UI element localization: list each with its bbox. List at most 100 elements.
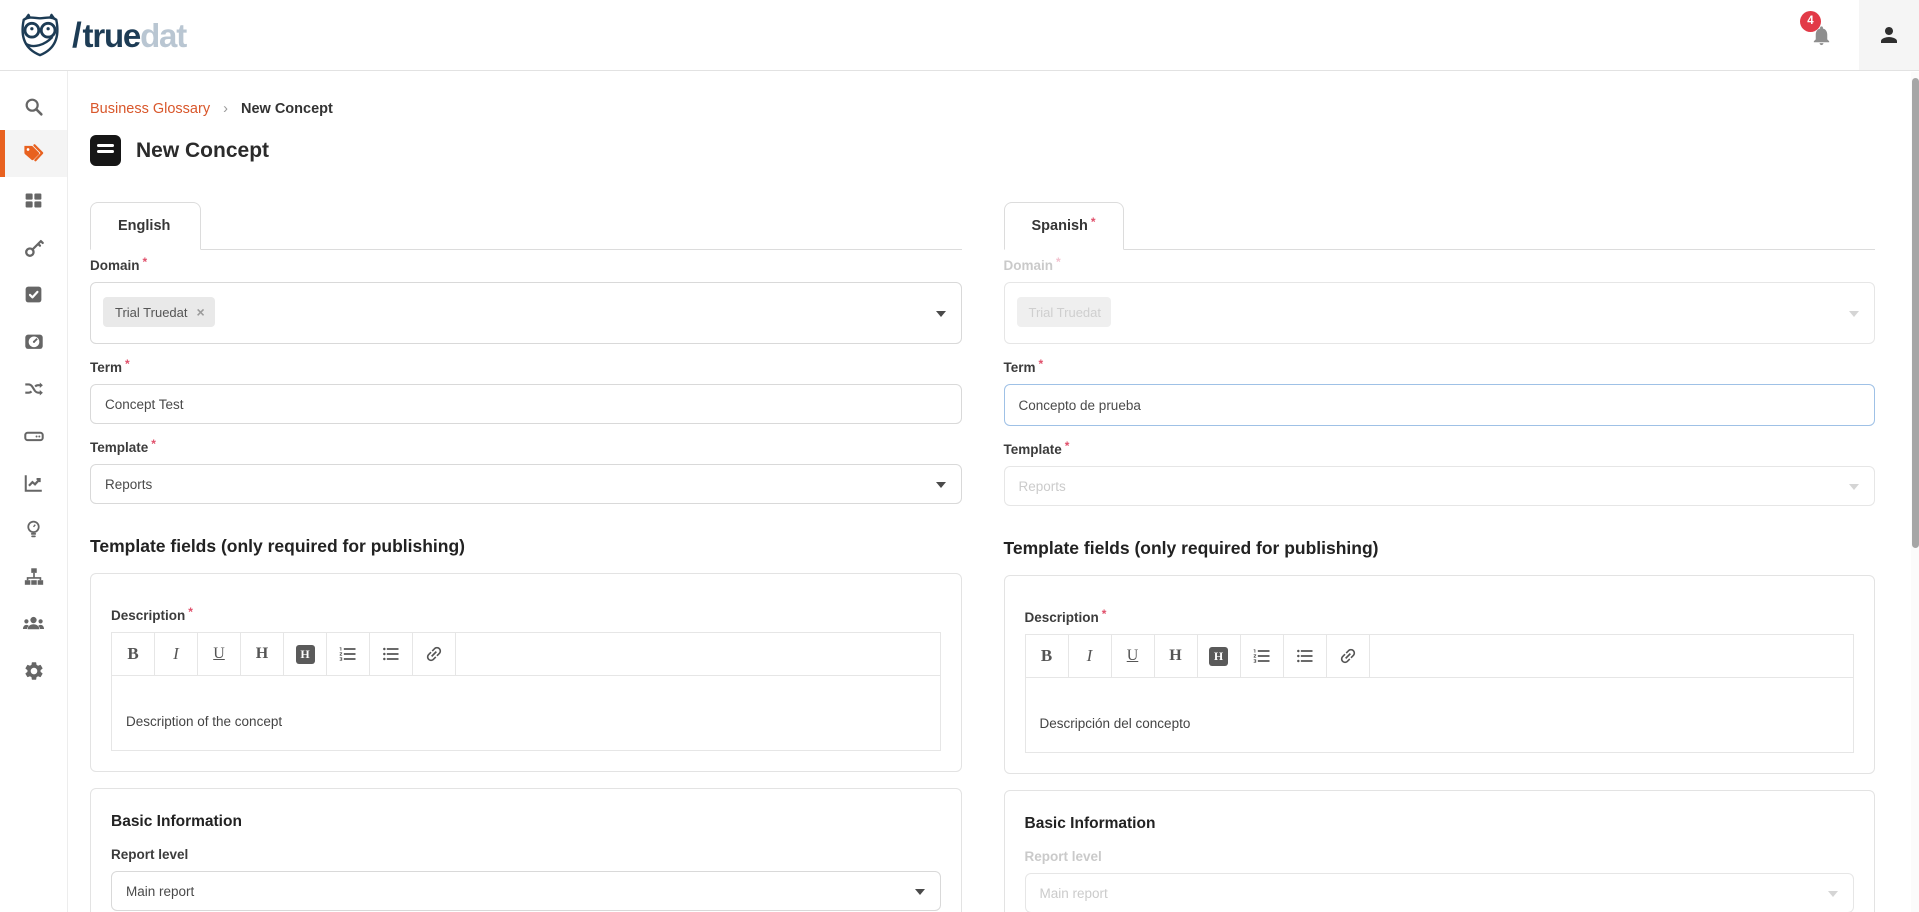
sidebar-item-users[interactable] [0,600,67,647]
tab-english[interactable]: English [90,202,201,250]
domain-select[interactable]: Trial Truedat× [90,282,962,344]
main-content: Business Glossary › New Concept New Conc… [68,71,1919,912]
ordered-list-icon [338,644,358,664]
sidebar-item-dashboards[interactable] [0,177,67,224]
italic-button[interactable]: I [155,633,198,675]
link-button[interactable] [413,633,456,675]
domain-tag: Trial Truedat× [103,297,215,327]
check-square-icon [23,284,44,305]
ordered-list-button[interactable] [1241,635,1284,677]
chevron-down-icon [936,482,946,488]
owl-logo-icon [16,13,64,57]
bullet-list-icon [1295,646,1315,666]
breadcrumb-link-business-glossary[interactable]: Business Glossary [90,101,210,117]
underline-button[interactable]: U [198,633,241,675]
heading-button[interactable]: H [241,633,284,675]
heading-block-icon: H [1209,647,1228,666]
bold-button[interactable]: B [112,633,155,675]
page-title: New Concept [136,139,269,163]
ordered-list-button[interactable] [327,633,370,675]
sidebar-item-insights[interactable] [0,506,67,553]
sidebar-item-glossary[interactable] [0,130,67,177]
description-label: Description* [111,608,941,623]
notifications-button[interactable]: 4 [1810,24,1833,47]
description-editor[interactable]: Description of the concept [111,675,941,751]
user-menu-button[interactable] [1859,0,1919,70]
required-asterisk: * [1065,439,1070,453]
sidebar-item-settings[interactable] [0,647,67,694]
domain-label: Domain* [90,258,962,273]
required-asterisk: * [1039,357,1044,371]
italic-button[interactable]: I [1069,635,1112,677]
term-label: Term* [1004,360,1876,375]
bullet-list-button[interactable] [1284,635,1327,677]
report-level-label: Report level [111,847,941,862]
tab-spanish-required-marker: * [1091,215,1096,229]
description-editor[interactable]: Descripción del concepto [1025,677,1855,753]
lightbulb-icon [23,519,44,540]
shuffle-icon [23,378,45,400]
ordered-list-icon [1252,646,1272,666]
sidebar-item-permissions[interactable] [0,224,67,271]
template-value: Reports [1019,479,1066,494]
required-asterisk: * [151,437,156,451]
heading-block-icon: H [296,645,315,664]
sidebar-item-taxonomy[interactable] [0,553,67,600]
chevron-down-icon [1849,484,1859,490]
report-level-select[interactable]: Main report [111,871,941,911]
app-window: /truedat 4 [0,0,1919,912]
remove-tag-icon[interactable]: × [197,305,205,319]
required-asterisk: * [125,357,130,371]
tab-spanish[interactable]: Spanish* [1004,202,1124,250]
basic-information-heading: Basic Information [111,813,941,831]
brand-wordmark: /truedat [68,18,186,53]
required-asterisk: * [188,605,193,619]
template-select[interactable]: Reports [90,464,962,504]
template-value: Reports [105,477,152,492]
panel-spanish: Spanish* Domain* Trial Truedat Term* Tem… [1004,202,1876,912]
tags-icon [22,142,45,165]
bold-button[interactable]: B [1026,635,1069,677]
report-level-select-disabled: Main report [1025,873,1855,912]
report-level-value: Main report [126,884,194,899]
search-icon [23,96,45,118]
chevron-down-icon [1849,311,1859,317]
link-button[interactable] [1327,635,1370,677]
required-asterisk: * [143,255,148,269]
sidebar-item-search[interactable] [0,83,67,130]
scrollbar-thumb[interactable] [1912,78,1919,548]
tab-spanish-label: Spanish [1032,218,1088,234]
bullet-list-icon [381,644,401,664]
truedat-logo[interactable]: /truedat [0,13,186,57]
breadcrumb-current: New Concept [241,101,333,117]
report-level-value: Main report [1040,886,1108,901]
sidebar-item-structures[interactable] [0,412,67,459]
heading-button[interactable]: H [1155,635,1198,677]
term-input[interactable] [90,384,962,424]
tab-english-label: English [118,218,170,234]
gauge-icon [23,331,45,353]
sitemap-icon [23,566,45,588]
heading-block-button[interactable]: H [1198,635,1241,677]
sidebar-item-quality[interactable] [0,318,67,365]
sidebar-item-analytics[interactable] [0,459,67,506]
chevron-down-icon [1828,891,1838,897]
header-actions: 4 [1810,0,1919,71]
scrollbar-track[interactable] [1911,72,1919,912]
heading-block-button[interactable]: H [284,633,327,675]
rich-text-editor: B I U H H [111,632,941,751]
sidebar-item-lineage[interactable] [0,365,67,412]
chevron-down-icon [936,311,946,317]
bullet-list-button[interactable] [370,633,413,675]
term-input[interactable] [1004,384,1876,426]
sidebar-item-rules[interactable] [0,271,67,318]
underline-button[interactable]: U [1112,635,1155,677]
basic-information-card: Basic Information Report level Main repo… [90,788,962,912]
gear-icon [23,660,45,682]
key-icon [23,237,45,259]
breadcrumb: Business Glossary › New Concept [90,101,1875,117]
editor-toolbar: B I U H H [111,632,941,675]
users-icon [22,612,45,635]
domain-label: Domain* [1004,258,1876,273]
tabbar-english: English [90,202,962,250]
